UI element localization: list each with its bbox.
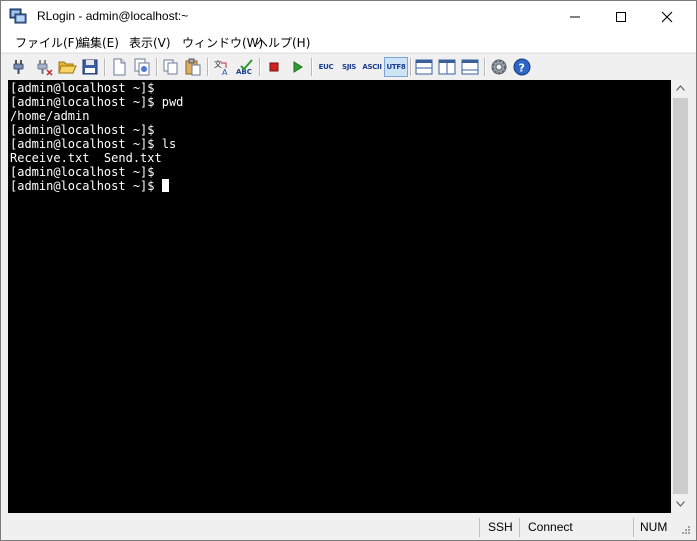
connect-button[interactable] [10, 57, 30, 77]
plug-connect-icon [13, 60, 24, 74]
help-button[interactable]: ? [512, 57, 532, 77]
split-vertical-button[interactable] [437, 57, 457, 77]
rlogin-app-icon [9, 7, 27, 25]
close-icon [661, 11, 673, 23]
minimize-button[interactable] [552, 1, 598, 32]
toolbar-separator [207, 58, 209, 76]
scroll-up-arrow-icon[interactable] [676, 85, 685, 91]
close-button[interactable] [644, 1, 690, 32]
status-bar: SSH Connect NUM [1, 515, 696, 540]
text-cursor [161, 179, 169, 192]
toolbar-separator [156, 58, 158, 76]
terminal-line: [admin@localhost ~]$ [10, 81, 155, 95]
terminal-line: Receive.txt Send.txt [10, 151, 162, 165]
stop-button[interactable] [264, 57, 284, 77]
copy-button[interactable] [161, 57, 181, 77]
stop-icon [269, 62, 279, 72]
open-folder-button[interactable] [57, 57, 77, 77]
paste-clipboard-icon [185, 58, 201, 76]
split-horizontal-button[interactable] [414, 57, 434, 77]
title-bar[interactable]: RLogin - admin@localhost:~ [1, 1, 696, 32]
spell-check-icon: ABC [236, 59, 253, 76]
maximize-icon [616, 12, 626, 22]
rlogin-window: RLogin - admin@localhost:~ ファイル(F) 編集(E)… [0, 0, 697, 541]
help-question-icon: ? [513, 58, 531, 76]
menu-view[interactable]: 表示(V) [129, 34, 171, 51]
tile-windows-button[interactable] [460, 57, 480, 77]
translate-button[interactable]: 文 A [212, 57, 232, 77]
svg-text:A: A [222, 68, 228, 77]
encoding-utf8-button[interactable]: UTF8 [384, 57, 408, 77]
encoding-sjis-button[interactable]: SJIS [338, 57, 360, 77]
menu-window[interactable]: ウィンドウ(W) [182, 34, 263, 51]
toolbar-separator [311, 58, 313, 76]
window-title: RLogin - admin@localhost:~ [37, 9, 189, 23]
vertical-scrollbar[interactable] [672, 80, 689, 513]
folder-open-icon [58, 61, 77, 74]
resize-grip-icon[interactable] [681, 525, 691, 535]
menu-file[interactable]: ファイル(F) [15, 34, 79, 51]
encoding-ascii-button[interactable]: ASCII [361, 57, 383, 77]
svg-text:?: ? [519, 62, 525, 75]
toolbar: 文 A ABC EUC SJIS ASCII UTF8 ? [1, 53, 696, 80]
toolbar-separator [104, 58, 106, 76]
new-document-icon [113, 58, 126, 76]
terminal-line: [admin@localhost ~]$ [10, 165, 155, 179]
status-protocol: SSH [479, 518, 519, 537]
plug-disconnect-icon [37, 60, 53, 76]
terminal-screen[interactable]: [admin@localhost ~]$ [admin@localhost ~]… [8, 80, 671, 513]
toolbar-separator [410, 58, 412, 76]
new-document-button[interactable] [109, 57, 129, 77]
status-numlock: NUM [633, 518, 677, 537]
svg-text:文: 文 [214, 59, 222, 69]
translate-icon: 文 A [214, 59, 228, 77]
floppy-save-icon [82, 59, 98, 75]
maximize-button[interactable] [598, 1, 644, 32]
menu-bar: ファイル(F) 編集(E) 表示(V) ウィンドウ(W) ヘルプ(H) [1, 32, 696, 52]
duplicate-button[interactable] [132, 57, 152, 77]
duplicate-document-icon [134, 58, 150, 76]
scrollbar-thumb[interactable] [673, 98, 688, 494]
terminal-line: [admin@localhost ~]$ [10, 123, 155, 137]
encoding-euc-button[interactable]: EUC [315, 57, 337, 77]
split-horizontal-icon [415, 59, 433, 75]
paste-button[interactable] [183, 57, 203, 77]
menu-edit[interactable]: 編集(E) [78, 34, 119, 51]
play-icon [293, 61, 303, 73]
gear-icon [491, 59, 507, 75]
terminal-prompt: [admin@localhost ~]$ [10, 179, 162, 193]
terminal-line: /home/admin [10, 109, 90, 123]
split-vertical-icon [438, 59, 456, 75]
terminal-prompt-line: [admin@localhost ~]$ [10, 179, 169, 193]
toolbar-separator [259, 58, 261, 76]
tile-windows-icon [461, 59, 479, 75]
terminal-line: [admin@localhost ~]$ ls [10, 137, 177, 151]
status-connection: Connect [519, 518, 633, 537]
minimize-icon [570, 16, 580, 18]
spell-check-button[interactable]: ABC [235, 57, 255, 77]
settings-button[interactable] [489, 57, 509, 77]
disconnect-button[interactable] [34, 57, 54, 77]
play-button[interactable] [287, 57, 307, 77]
menu-help[interactable]: ヘルプ(H) [256, 34, 310, 51]
terminal-line: [admin@localhost ~]$ pwd [10, 95, 184, 109]
scroll-down-arrow-icon[interactable] [676, 501, 685, 507]
save-button[interactable] [80, 57, 100, 77]
toolbar-separator [484, 58, 486, 76]
copy-icon [163, 59, 178, 75]
